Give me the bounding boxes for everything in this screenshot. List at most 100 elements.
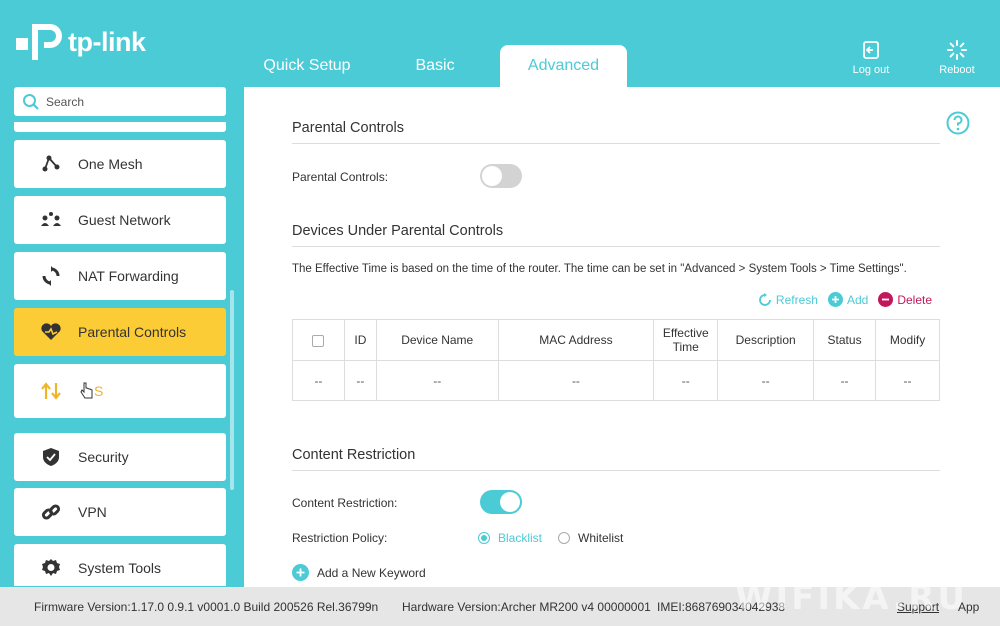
search-icon: [23, 93, 39, 110]
link-icon: [40, 501, 62, 523]
sidebar-item-system-tools[interactable]: System Tools: [14, 544, 226, 586]
policy-blacklist-radio[interactable]: Blacklist: [478, 531, 542, 545]
add-icon: [827, 292, 843, 307]
radio-label: Whitelist: [578, 531, 624, 545]
sidebar-item-qos[interactable]: S: [14, 364, 226, 418]
sidebar-item-label: System Tools: [78, 560, 161, 576]
radio-dot: [478, 532, 490, 544]
mesh-icon: [40, 153, 62, 175]
column-header-id: ID: [343, 319, 377, 361]
table-cell: --: [717, 360, 815, 401]
divider: [292, 143, 940, 144]
tab-quick-setup[interactable]: Quick Setup: [244, 45, 370, 87]
restriction-policy-label: Restriction Policy:: [292, 531, 388, 545]
sidebar-item-nat-forwarding[interactable]: NAT Forwarding: [14, 252, 226, 300]
radio-dot: [558, 532, 570, 544]
help-button[interactable]: [946, 111, 970, 140]
firmware-version: Firmware Version:1.17.0 0.9.1 v0001.0 Bu…: [34, 600, 379, 614]
select-all-cell: [292, 319, 345, 361]
column-header-status: Status: [813, 319, 877, 361]
hardware-version: Hardware Version:Archer MR200 v4 0000000…: [402, 600, 651, 614]
add-keyword-button[interactable]: Add a New Keyword: [292, 564, 426, 581]
effective-time-note: The Effective Time is based on the time …: [292, 263, 907, 275]
main-tabs: Quick Setup Basic Advanced: [244, 45, 627, 87]
table-cell: --: [875, 360, 940, 401]
column-header-effective-time: Effective Time: [653, 319, 719, 361]
content-restriction-title: Content Restriction: [292, 447, 416, 463]
refresh-icon: [759, 292, 771, 306]
tp-link-logo-text: tp-link: [68, 26, 146, 57]
sidebar-item-security[interactable]: Security: [14, 433, 226, 481]
shield-icon: [40, 446, 62, 468]
delete-device-button[interactable]: Delete: [878, 292, 932, 307]
sidebar-item-label: S: [94, 383, 104, 399]
nat-forwarding-icon: [40, 265, 62, 287]
sidebar-item-vpn[interactable]: VPN: [14, 488, 226, 536]
divider: [292, 470, 940, 471]
refresh-label: Refresh: [775, 292, 818, 307]
policy-whitelist-radio[interactable]: Whitelist: [558, 531, 623, 545]
hand-cursor-icon: [80, 382, 94, 400]
table-cell: --: [292, 360, 345, 401]
main-panel: Parental Controls Parental Controls: Dev…: [244, 87, 1000, 587]
sidebar-item-label: Parental Controls: [78, 324, 187, 340]
reboot-label: Reboot: [939, 64, 975, 76]
gear-icon: [40, 557, 62, 579]
tab-basic[interactable]: Basic: [370, 45, 500, 87]
table-cell: --: [813, 360, 877, 401]
content-restriction-toggle[interactable]: [480, 490, 522, 514]
tab-advanced[interactable]: Advanced: [500, 45, 627, 87]
watermark: WIFIKA.RU: [735, 578, 969, 618]
sidebar-item-label: Security: [78, 449, 129, 465]
add-label: Add: [846, 292, 869, 307]
sidebar-item-parental-controls[interactable]: Parental Controls: [14, 308, 226, 356]
sidebar-search: [14, 87, 226, 116]
column-header-device-name: Device Name: [375, 319, 499, 361]
sidebar-item-one-mesh[interactable]: One Mesh: [14, 140, 226, 188]
column-header-description: Description: [717, 319, 815, 361]
search-input[interactable]: [46, 94, 216, 109]
sidebar: One Mesh Guest Network NAT Forwarding Pa…: [14, 122, 227, 586]
logout-button[interactable]: Log out: [841, 40, 901, 76]
help-icon: [946, 111, 970, 135]
add-device-button[interactable]: Add: [827, 292, 869, 307]
tp-link-logo: tp-link: [14, 18, 146, 66]
sidebar-item-label: VPN: [78, 504, 107, 520]
guest-network-icon: [40, 209, 62, 231]
select-all-checkbox[interactable]: [312, 334, 325, 347]
delete-label: Delete: [897, 292, 932, 307]
table-header-row: ID Device Name MAC Address Effective Tim…: [292, 319, 940, 361]
delete-icon: [878, 292, 894, 307]
parental-controls-toggle[interactable]: [480, 164, 522, 188]
parental-controls-title: Parental Controls: [292, 120, 405, 136]
reboot-icon: [947, 40, 967, 60]
devices-table: ID Device Name MAC Address Effective Tim…: [292, 319, 940, 401]
heart-icon: [40, 321, 62, 343]
add-keyword-label: Add a New Keyword: [317, 565, 426, 580]
column-header-modify: Modify: [875, 319, 940, 361]
sidebar-scrollbar[interactable]: [230, 290, 234, 490]
sidebar-item-label: Guest Network: [78, 212, 171, 228]
table-cell: --: [343, 360, 377, 401]
sidebar-item-label: One Mesh: [78, 156, 143, 172]
radio-label: Blacklist: [498, 531, 543, 545]
divider: [292, 246, 940, 247]
logout-icon: [863, 41, 879, 59]
add-icon: [292, 564, 309, 581]
reboot-button[interactable]: Reboot: [927, 40, 987, 76]
tp-link-logo-icon: [14, 18, 62, 66]
sidebar-item-label: NAT Forwarding: [78, 268, 179, 284]
table-cell: --: [497, 360, 655, 401]
parental-controls-label: Parental Controls:: [292, 170, 389, 184]
sidebar-item-partial[interactable]: [14, 122, 226, 132]
device-actions: Refresh Add Delete: [748, 292, 932, 307]
logout-label: Log out: [852, 64, 890, 76]
devices-section-title: Devices Under Parental Controls: [292, 223, 504, 239]
refresh-button[interactable]: Refresh: [758, 292, 818, 307]
table-row: -- -- -- -- -- -- -- --: [292, 360, 940, 401]
column-header-mac-address: MAC Address: [497, 319, 655, 361]
table-cell: --: [653, 360, 719, 401]
content-restriction-label: Content Restriction:: [292, 496, 398, 510]
qos-arrows-icon: [40, 380, 62, 402]
sidebar-item-guest-network[interactable]: Guest Network: [14, 196, 226, 244]
